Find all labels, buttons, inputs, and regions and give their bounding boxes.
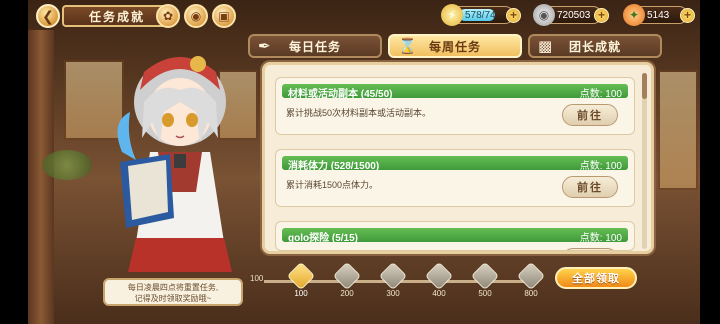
notice-line: 记得及时领取奖励哦~ xyxy=(134,294,212,303)
tab-label: 每日任务 xyxy=(288,39,341,54)
task-card: golo探险 (5/15) 点数: 100 前往 xyxy=(275,221,635,251)
milestone-label: 800 xyxy=(524,289,538,298)
task-title: golo探险 (5/15) xyxy=(288,233,359,244)
hourglass-icon: ⌛ xyxy=(398,38,418,55)
milestone-reward[interactable]: 500 xyxy=(470,261,500,298)
task-tabs: ✒ 每日任务 ⌛ 每周任务 ▩ 团长成就 xyxy=(248,34,662,58)
carrot-value: 5143 xyxy=(647,9,670,21)
go-button[interactable]: 前往 xyxy=(562,248,618,250)
milestone-label: 200 xyxy=(340,289,354,298)
milestone-label: 300 xyxy=(386,289,400,298)
task-title: 消耗体力 (528/1500) xyxy=(288,161,380,172)
milestone-gem-icon xyxy=(378,261,408,291)
milestone-reward[interactable]: 200 xyxy=(332,261,362,298)
milestone-reward[interactable]: 400 xyxy=(424,261,454,298)
points-progress-track: 100 100 200 300 400 500 800 xyxy=(250,261,550,302)
coin-value: 720503 xyxy=(557,9,591,21)
claim-all-button[interactable]: 全部领取 xyxy=(555,267,637,289)
task-card: 消耗体力 (528/1500) 点数: 100 累计消耗1500点体力。 前往 xyxy=(275,149,635,207)
background-plant xyxy=(42,150,92,180)
task-points: 点数: 100 xyxy=(579,89,622,100)
feather-icon: ✒ xyxy=(258,38,272,55)
scroll-icon: ▩ xyxy=(538,38,554,55)
task-description: 累计消耗1500点体力。 xyxy=(286,180,379,190)
task-list-panel[interactable]: 材料或活动副本 (45/50) 点数: 100 累计挑战50次材料副本或活动副本… xyxy=(262,62,654,254)
stamina-icon: ⚡ xyxy=(441,4,463,26)
screen-edge-right xyxy=(700,0,720,324)
tab-label: 团长成就 xyxy=(568,39,621,54)
tab-label: 每周任务 xyxy=(428,39,481,54)
task-card: 材料或活动副本 (45/50) 点数: 100 累计挑战50次材料副本或活动副本… xyxy=(275,77,635,135)
eye-icon: ◉ xyxy=(184,4,208,28)
milestone-reward[interactable]: 800 xyxy=(516,261,546,298)
chest-icon: ▣ xyxy=(212,4,236,28)
carrot-icon: ✦ xyxy=(623,4,645,26)
milestone-label: 100 xyxy=(294,289,308,298)
scrollbar-track[interactable] xyxy=(642,73,647,249)
go-button[interactable]: 前往 xyxy=(562,104,618,126)
tab-weekly-tasks[interactable]: ⌛ 每周任务 xyxy=(388,34,522,58)
add-carrots-button[interactable]: + xyxy=(680,8,695,23)
task-header-bar: 材料或活动副本 (45/50) 点数: 100 xyxy=(282,84,628,100)
milestone-label: 400 xyxy=(432,289,446,298)
tab-leader-achievements[interactable]: ▩ 团长成就 xyxy=(528,34,662,58)
clover-icon: ✿ xyxy=(156,4,180,28)
coin-display: ◉ 720503 + xyxy=(533,4,609,26)
coin-icon: ◉ xyxy=(533,4,555,26)
milestone-label: 500 xyxy=(478,289,492,298)
stamina-value: 578/74 xyxy=(465,9,496,21)
milestone-gem-icon xyxy=(470,261,500,291)
task-title: 材料或活动副本 (45/50) xyxy=(288,89,393,100)
task-header-bar: 消耗体力 (528/1500) 点数: 100 xyxy=(282,156,628,172)
top-bar: ❮ 任务成就 ✿ ◉ ▣ ⚡ 578/74 + ◉ 720503 + ✦ 514… xyxy=(28,0,700,30)
milestone-gem-icon xyxy=(516,261,546,291)
stamina-display: ⚡ 578/74 + xyxy=(441,4,521,26)
carrot-display: ✦ 5143 + xyxy=(623,4,695,26)
tab-daily-tasks[interactable]: ✒ 每日任务 xyxy=(248,34,382,58)
character-illustration xyxy=(117,56,232,272)
milestone-reward[interactable]: 300 xyxy=(378,261,408,298)
scrollbar-thumb[interactable] xyxy=(642,73,647,99)
screen-edge-left xyxy=(0,0,28,324)
task-points: 点数: 100 xyxy=(579,161,622,172)
background-pillar xyxy=(28,30,54,324)
milestone-gem-icon xyxy=(286,261,316,291)
milestone-reward[interactable]: 100 xyxy=(286,261,316,298)
task-points: 点数: 100 xyxy=(579,233,622,244)
add-stamina-button[interactable]: + xyxy=(506,8,521,23)
add-coins-button[interactable]: + xyxy=(594,8,609,23)
go-button[interactable]: 前往 xyxy=(562,176,618,198)
background-window xyxy=(658,70,698,190)
task-description: 累计挑战50次材料副本或活动副本。 xyxy=(286,108,432,118)
reset-notice: 每日凌晨四点将重置任务, 记得及时领取奖励哦~ xyxy=(103,278,243,306)
notice-line: 每日凌晨四点将重置任务, xyxy=(127,283,219,292)
progress-start-label: 100 xyxy=(250,274,264,283)
back-arrow-icon[interactable]: ❮ xyxy=(36,4,60,28)
milestone-gem-icon xyxy=(332,261,362,291)
milestone-gem-icon xyxy=(424,261,454,291)
task-header-bar: golo探险 (5/15) 点数: 100 xyxy=(282,228,628,244)
